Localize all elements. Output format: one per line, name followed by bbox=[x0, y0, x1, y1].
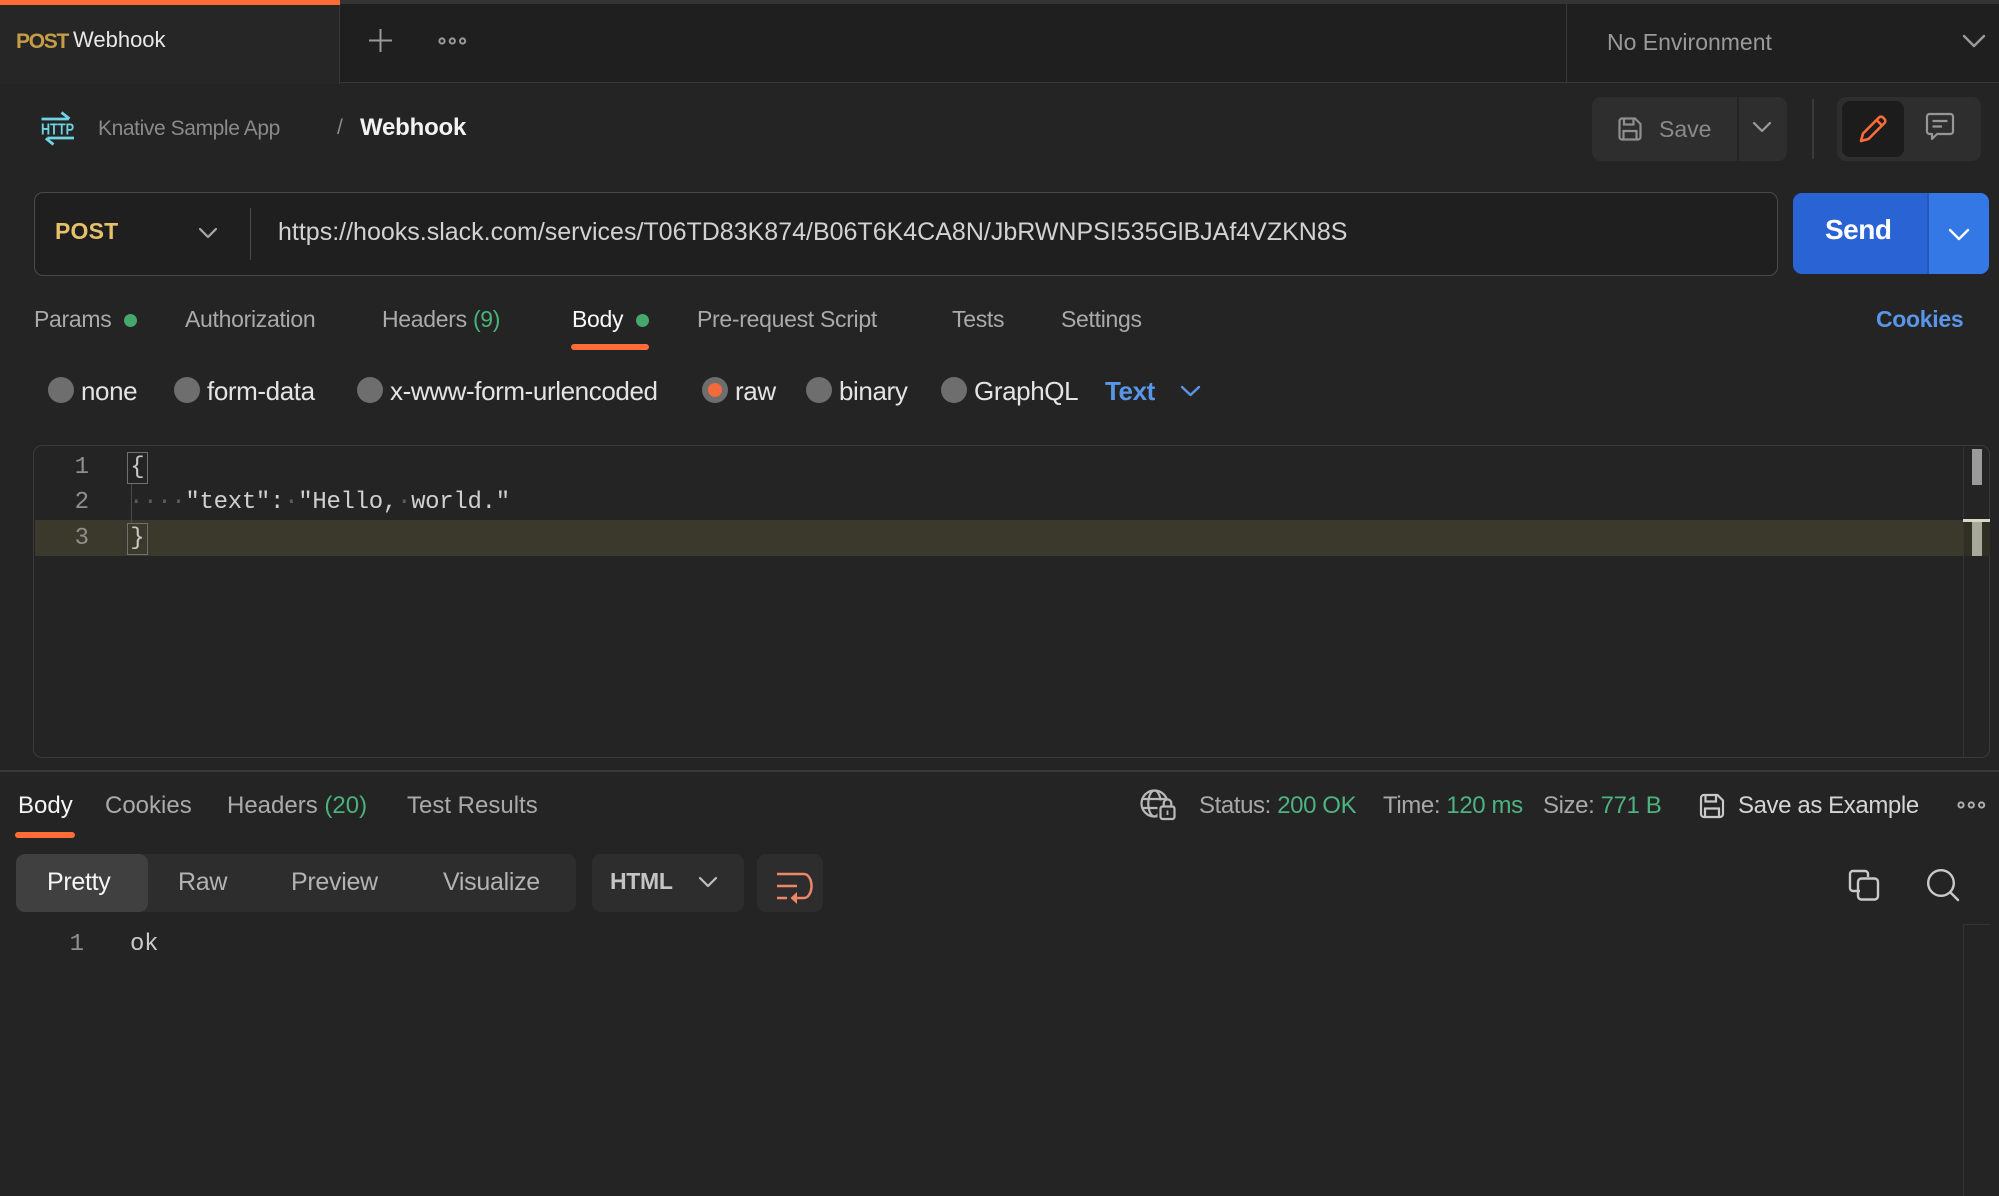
svg-text:HTTP: HTTP bbox=[41, 122, 74, 139]
